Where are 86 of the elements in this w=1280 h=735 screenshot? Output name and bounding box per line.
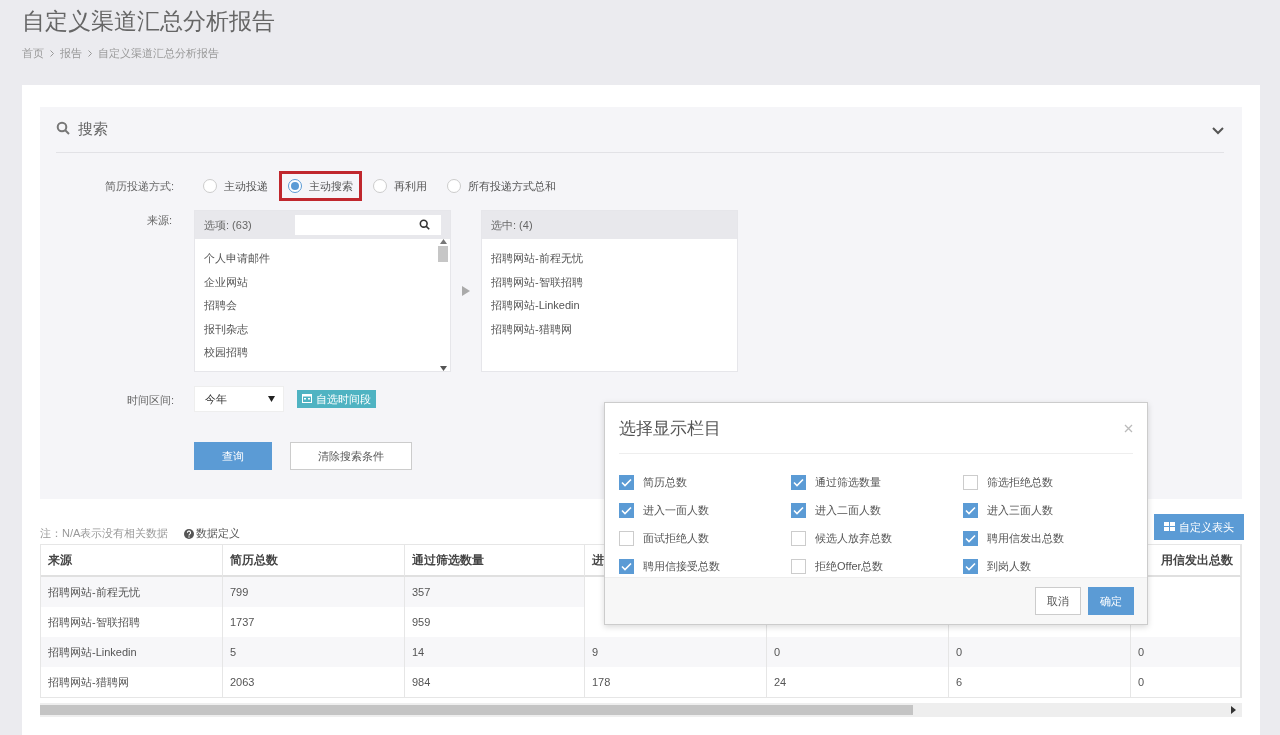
table-cell: 984 bbox=[405, 667, 585, 697]
checkbox[interactable] bbox=[791, 530, 806, 546]
chevron-right-icon bbox=[50, 50, 54, 57]
checkbox[interactable] bbox=[791, 558, 806, 574]
checkbox-label: 聘用信发出总数 bbox=[987, 530, 1064, 546]
table-cell: 14 bbox=[405, 637, 585, 667]
checkbox[interactable] bbox=[963, 475, 978, 491]
checkbox[interactable] bbox=[963, 503, 978, 519]
checkbox-label: 进入二面人数 bbox=[815, 503, 881, 519]
checkbox[interactable] bbox=[619, 530, 634, 546]
scroll-thumb[interactable] bbox=[438, 246, 448, 262]
table-cell: 5 bbox=[223, 637, 405, 667]
horizontal-scrollbar[interactable] bbox=[40, 703, 1242, 717]
checkbox[interactable] bbox=[619, 503, 634, 519]
radio-option[interactable]: 主动搜索 bbox=[279, 171, 362, 201]
help-icon bbox=[184, 528, 195, 539]
radio-option[interactable]: 主动投递 bbox=[194, 171, 277, 201]
table-cell: 178 bbox=[585, 667, 767, 697]
list-header: 选中: (4) bbox=[491, 217, 534, 233]
checkbox[interactable] bbox=[963, 558, 978, 574]
checkbox-label: 简历总数 bbox=[643, 475, 687, 491]
radio-button[interactable] bbox=[447, 179, 461, 193]
triangle-right-icon[interactable] bbox=[462, 286, 470, 296]
list-item[interactable]: 校园招聘 bbox=[195, 341, 436, 365]
panel-title: 搜索 bbox=[78, 120, 109, 139]
checkbox[interactable] bbox=[619, 558, 634, 574]
table-cell: 9 bbox=[585, 637, 767, 667]
data-definition-link[interactable]: 数据定义 bbox=[184, 526, 241, 544]
list-item[interactable]: 招聘网站-猎聘网 bbox=[482, 317, 737, 341]
field-label: 时间区间: bbox=[125, 393, 175, 408]
checkbox-label: 到岗人数 bbox=[987, 558, 1031, 574]
scrollbar[interactable] bbox=[436, 239, 450, 371]
checkbox-label: 进入一面人数 bbox=[643, 503, 709, 519]
checkbox[interactable] bbox=[791, 475, 806, 491]
table-cell: 2063 bbox=[223, 667, 405, 697]
list-header: 选项: (63) bbox=[204, 217, 253, 233]
table-note: 注：N/A表示没有相关数据 bbox=[40, 526, 169, 541]
scroll-thumb[interactable] bbox=[40, 705, 913, 715]
checkbox-label: 面试拒绝人数 bbox=[643, 530, 709, 546]
table-cell: 357 bbox=[405, 577, 585, 607]
list-item[interactable]: 招聘网站-智联招聘 bbox=[482, 270, 737, 294]
grid-icon bbox=[1164, 521, 1175, 533]
checkbox[interactable] bbox=[619, 475, 634, 491]
list-item[interactable]: 招聘网站-Linkedin bbox=[482, 294, 737, 318]
radio-button[interactable] bbox=[203, 179, 217, 193]
checkbox-label: 拒绝Offer总数 bbox=[815, 558, 884, 574]
list-item[interactable]: 企业网站 bbox=[195, 270, 436, 294]
scroll-down-icon[interactable] bbox=[439, 366, 447, 371]
field-label: 简历投递方式: bbox=[103, 179, 175, 194]
checkbox[interactable] bbox=[791, 503, 806, 519]
table-cell: 24 bbox=[767, 667, 949, 697]
radio-option[interactable]: 再利用 bbox=[364, 171, 436, 201]
chevron-right-icon bbox=[88, 50, 92, 57]
table-cell: 799 bbox=[223, 577, 405, 607]
radio-button[interactable] bbox=[288, 179, 302, 193]
table-cell: 招聘网站-猎聘网 bbox=[41, 667, 223, 697]
checkbox-label: 进入三面人数 bbox=[987, 503, 1053, 519]
list-item[interactable]: 报刊杂志 bbox=[195, 317, 436, 341]
search-field[interactable] bbox=[295, 215, 441, 235]
table-cell: 招聘网站-前程无忧 bbox=[41, 577, 223, 607]
table-cell: 6 bbox=[949, 667, 1131, 697]
breadcrumb-current: 自定义渠道汇总分析报告 bbox=[98, 46, 219, 61]
checkbox-label: 聘用信接受总数 bbox=[643, 558, 720, 574]
calendar-icon bbox=[302, 393, 312, 405]
table-cell: 招聘网站-Linkedin bbox=[41, 637, 223, 667]
cancel-button[interactable]: 取消 bbox=[1035, 587, 1081, 615]
field-label: 来源: bbox=[145, 213, 173, 228]
clear-button[interactable]: 清除搜索条件 bbox=[290, 442, 412, 470]
checkbox-label: 通过筛选数量 bbox=[815, 475, 881, 491]
table-cell: 0 bbox=[949, 637, 1131, 667]
table-cell: 0 bbox=[1131, 667, 1241, 697]
radio-option[interactable]: 所有投递方式总和 bbox=[438, 171, 565, 201]
table-cell: 0 bbox=[767, 637, 949, 667]
list-item[interactable]: 招聘会 bbox=[195, 294, 436, 318]
checkbox-label: 筛选拒绝总数 bbox=[987, 475, 1053, 491]
list-item[interactable]: 个人申请邮件 bbox=[195, 247, 436, 271]
dialog-title: 选择显示栏目 bbox=[619, 417, 722, 440]
list-item[interactable]: 招聘网站-前程无忧 bbox=[482, 247, 737, 271]
close-button[interactable] bbox=[1124, 423, 1133, 433]
checkbox-label: 候选人放弃总数 bbox=[815, 530, 892, 546]
radio-button[interactable] bbox=[373, 179, 387, 193]
checkbox[interactable] bbox=[963, 530, 978, 546]
caret-icon bbox=[268, 396, 275, 402]
table-cell: 0 bbox=[1131, 637, 1241, 667]
page-title: 自定义渠道汇总分析报告 bbox=[22, 7, 275, 36]
period-select[interactable]: 今年 bbox=[194, 386, 284, 412]
